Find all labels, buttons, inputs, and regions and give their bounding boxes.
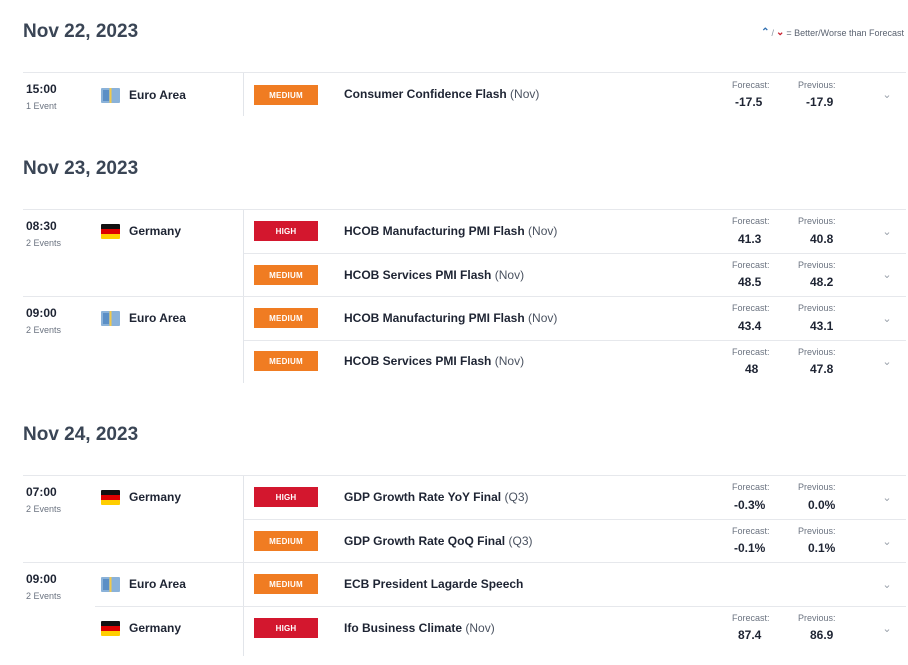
germany-flag-icon xyxy=(101,223,120,239)
country-germany: Germany xyxy=(101,223,181,239)
event-row-link[interactable]: ECB President Lagarde Speech xyxy=(344,577,523,591)
impact-badge: MEDIUM xyxy=(254,308,318,328)
chevron-down-icon[interactable]: ⌄ xyxy=(880,88,894,101)
eu-flag-icon xyxy=(101,576,120,592)
forecast-value: 41.3 xyxy=(738,232,762,246)
previous-value: 0.1% xyxy=(808,541,836,555)
event-time: 15:00 xyxy=(26,82,57,96)
event-count: 1 Event xyxy=(26,101,57,111)
event-count: 2 Events xyxy=(26,325,62,335)
country-germany: Germany xyxy=(101,620,181,636)
impact-badge: HIGH xyxy=(254,221,318,241)
eu-flag-icon xyxy=(101,87,120,103)
event-time: 09:00 xyxy=(26,572,57,586)
date-header: Nov 24, 2023 xyxy=(23,424,139,445)
impact-badge: MEDIUM xyxy=(254,531,318,551)
event-count: 2 Events xyxy=(26,504,62,514)
event-row-link[interactable]: GDP Growth Rate QoQ Final (Q3) xyxy=(344,534,532,548)
previous-value: 40.8 xyxy=(810,232,834,246)
event-row-link[interactable]: HCOB Manufacturing PMI Flash (Nov) xyxy=(344,311,557,325)
previous-value: 48.2 xyxy=(810,275,834,289)
previous-value: 47.8 xyxy=(810,362,834,376)
impact-badge: MEDIUM xyxy=(254,85,318,105)
country-euro-area: Euro Area xyxy=(101,576,186,592)
previous-value: 0.0% xyxy=(808,498,836,512)
germany-flag-icon xyxy=(101,489,120,505)
impact-badge: HIGH xyxy=(254,618,318,638)
event-time: 07:00 xyxy=(26,485,57,499)
previous-value: -17.9 xyxy=(806,95,834,109)
event-count: 2 Events xyxy=(26,238,62,248)
country-germany: Germany xyxy=(101,489,181,505)
event-row-link[interactable]: Ifo Business Climate (Nov) xyxy=(344,621,495,635)
arrow-up-icon: ⌃ xyxy=(761,27,770,38)
eu-flag-icon xyxy=(101,310,120,326)
chevron-down-icon[interactable]: ⌄ xyxy=(880,535,894,548)
event-row-link[interactable]: Consumer Confidence Flash (Nov) xyxy=(344,87,539,101)
event-time: 09:00 xyxy=(26,306,57,320)
forecast-value: 87.4 xyxy=(738,628,762,642)
forecast-value: -0.1% xyxy=(734,541,766,555)
event-row-link[interactable]: HCOB Services PMI Flash (Nov) xyxy=(344,354,524,368)
impact-badge: MEDIUM xyxy=(254,265,318,285)
previous-value: 86.9 xyxy=(810,628,834,642)
impact-badge: HIGH xyxy=(254,487,318,507)
forecast-value: 43.4 xyxy=(738,319,762,333)
chevron-down-icon[interactable]: ⌄ xyxy=(880,312,894,325)
event-time: 08:30 xyxy=(26,219,57,233)
chevron-down-icon[interactable]: ⌄ xyxy=(880,578,894,591)
event-row-link[interactable]: HCOB Manufacturing PMI Flash (Nov) xyxy=(344,224,557,238)
impact-badge: MEDIUM xyxy=(254,574,318,594)
country-euro-area: Euro Area xyxy=(101,310,186,326)
legend-text: = Better/Worse than Forecast xyxy=(786,27,904,38)
impact-badge: MEDIUM xyxy=(254,351,318,371)
forecast-value: 48.5 xyxy=(738,275,762,289)
arrow-down-icon: ⌄ xyxy=(775,27,785,38)
forecast-value: -0.3% xyxy=(734,498,766,512)
date-header: Nov 22, 2023 xyxy=(23,21,139,42)
germany-flag-icon xyxy=(101,620,120,636)
date-header: Nov 23, 2023 xyxy=(23,158,139,179)
forecast-value: -17.5 xyxy=(735,95,763,109)
chevron-down-icon[interactable]: ⌄ xyxy=(880,225,894,238)
chevron-down-icon[interactable]: ⌄ xyxy=(880,268,894,281)
chevron-down-icon[interactable]: ⌄ xyxy=(880,355,894,368)
event-row-link[interactable]: GDP Growth Rate YoY Final (Q3) xyxy=(344,490,529,504)
chevron-down-icon[interactable]: ⌄ xyxy=(880,491,894,504)
event-row-link[interactable]: HCOB Services PMI Flash (Nov) xyxy=(344,268,524,282)
forecast-value: 48 xyxy=(745,362,759,376)
country-euro-area: Euro Area xyxy=(101,87,186,103)
chevron-down-icon[interactable]: ⌄ xyxy=(880,622,894,635)
forecast-legend: ⌃ / ⌄ = Better/Worse than Forecast xyxy=(761,27,904,38)
event-count: 2 Events xyxy=(26,591,62,601)
previous-value: 43.1 xyxy=(810,319,834,333)
